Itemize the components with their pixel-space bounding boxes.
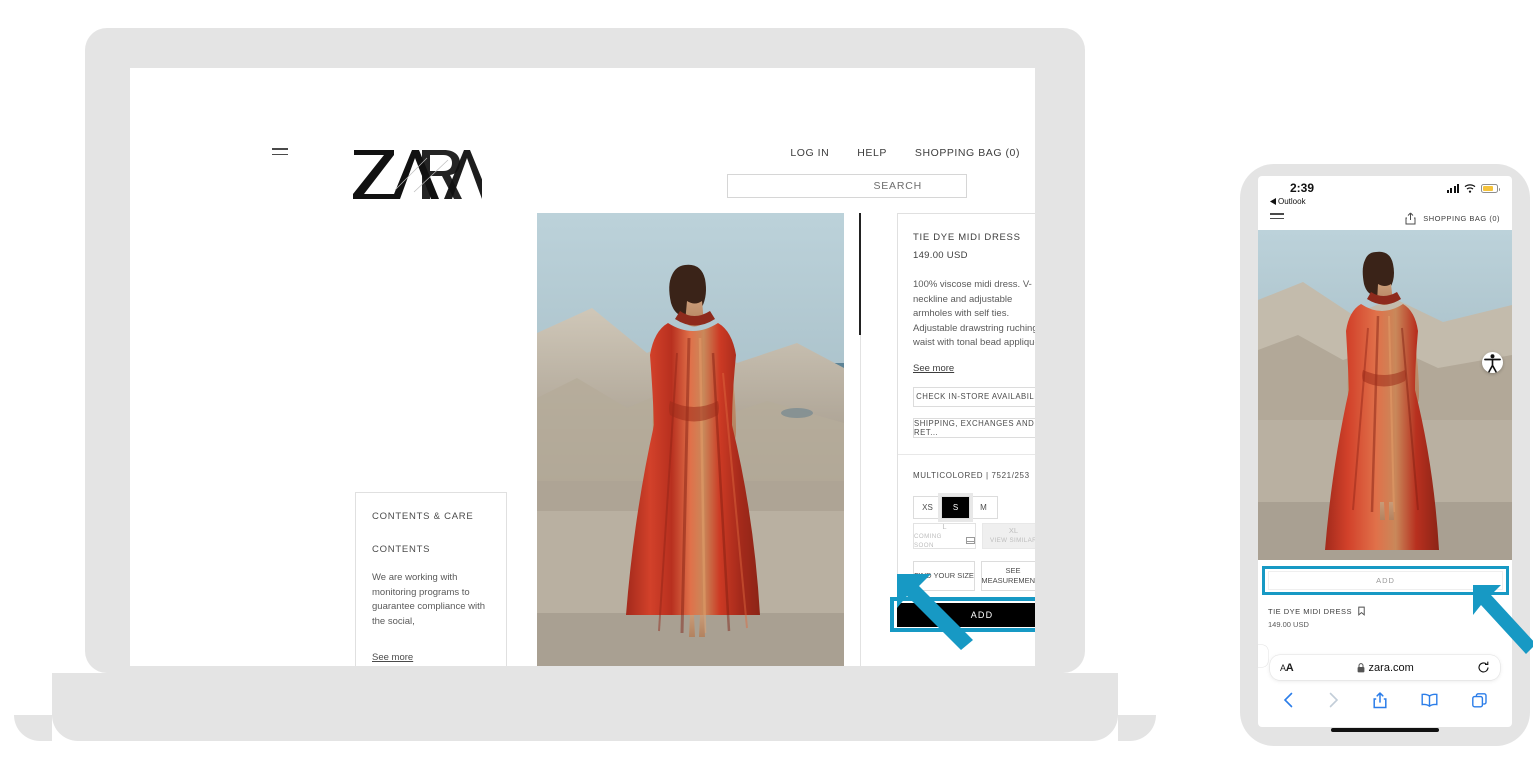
nav-shopping-bag[interactable]: SHOPPING BAG (0) [915, 147, 1020, 159]
size-option-xs[interactable]: XS [913, 495, 942, 519]
size-option-l-note: COMING SOON [914, 532, 975, 550]
search-input[interactable]: SEARCH [727, 174, 967, 198]
text-size-button[interactable]: AA [1280, 662, 1294, 674]
phone-add-to-bag-button[interactable]: ADD [1268, 571, 1503, 590]
shipping-exchanges-returns-button[interactable]: SHIPPING, EXCHANGES AND RET... [913, 417, 1035, 438]
size-row-secondary: L COMING SOON XL VIEW SIMILAR [913, 521, 1035, 550]
phone-address-bar[interactable]: AA zara.com [1270, 655, 1500, 680]
product-price: 149.00 USD [913, 250, 968, 261]
lock-icon [1357, 662, 1364, 672]
envelope-icon [966, 537, 975, 544]
url-text: zara.com [1368, 661, 1414, 674]
care-card-subtitle: CONTENTS [372, 544, 431, 555]
status-time: 2:39 [1290, 181, 1315, 195]
phone-product-name-row: TIE DYE MIDI DRESS [1268, 606, 1502, 616]
see-measurements-button[interactable]: SEE MEASUREMENTS [981, 560, 1035, 591]
phone-product-name: TIE DYE MIDI DRESS [1268, 606, 1353, 616]
care-card-title: CONTENTS & CARE [372, 511, 474, 522]
phone-product-hero-image[interactable] [1258, 230, 1512, 560]
hamburger-icon[interactable] [272, 148, 288, 159]
tabs-icon[interactable] [1472, 692, 1487, 708]
status-icons [1446, 184, 1500, 193]
share-icon[interactable] [1405, 212, 1416, 225]
product-see-more[interactable]: See more [913, 363, 954, 374]
nav-help[interactable]: HELP [857, 147, 887, 159]
product-summary: TIE DYE MIDI DRESS 149.00 USD 100% visco… [898, 214, 1035, 455]
chevron-right-icon [1329, 692, 1339, 708]
screenshot-stage: LOG IN HELP SHOPPING BAG (0) SEARCH CONT… [0, 0, 1533, 771]
coming-soon-text: COMING SOON [914, 532, 942, 549]
product-name: TIE DYE MIDI DRESS [913, 232, 1021, 243]
product-info-panel: TIE DYE MIDI DRESS 149.00 USD 100% visco… [897, 213, 1035, 608]
product-description: 100% viscose midi dress. V-neckline and … [913, 279, 1035, 348]
check-in-store-availability-button[interactable]: CHECK IN-STORE AVAILABILITY [913, 386, 1035, 407]
arrow-pointing-to-add-button [1473, 585, 1533, 654]
chevron-left-icon[interactable] [1283, 692, 1294, 708]
phone-shopping-bag-label[interactable]: SHOPPING BAG (0) [1423, 214, 1500, 223]
hamburger-icon[interactable] [1270, 213, 1284, 223]
back-app-name: Outlook [1278, 197, 1306, 206]
wifi-icon [1464, 184, 1476, 193]
care-card-body: We are working with monitoring programs … [372, 572, 486, 627]
battery-low-power-icon [1481, 184, 1500, 193]
size-option-xl: XL VIEW SIMILAR [982, 522, 1035, 549]
laptop-base [14, 673, 1156, 741]
phone-site-nav: SHOPPING BAG (0) [1258, 206, 1512, 230]
phone-adjacent-tab-edge[interactable] [1258, 645, 1268, 667]
bookmark-icon[interactable] [1358, 606, 1365, 616]
size-option-xl-note: VIEW SIMILAR [989, 537, 1035, 544]
content-divider-accent [859, 213, 861, 335]
back-to-app-link[interactable]: Outlook [1270, 197, 1306, 206]
back-triangle-icon [1270, 198, 1276, 205]
phone-browser-toolbar [1258, 686, 1512, 714]
nav-log-in[interactable]: LOG IN [790, 147, 829, 159]
size-option-m[interactable]: M [969, 495, 998, 519]
size-option-l[interactable]: L COMING SOON [913, 521, 976, 550]
share-icon[interactable] [1373, 691, 1387, 709]
size-option-l-label: L [942, 521, 947, 531]
phone-product-price: 149.00 USD [1268, 620, 1309, 629]
cellular-signal-icon [1446, 184, 1459, 193]
zara-logo[interactable] [352, 144, 482, 200]
top-navigation: LOG IN HELP SHOPPING BAG (0) [790, 147, 1020, 159]
book-icon[interactable] [1421, 693, 1438, 707]
accessibility-icon[interactable] [1482, 352, 1503, 373]
size-option-s[interactable]: S [938, 492, 973, 522]
size-option-xl-label: XL [1008, 526, 1019, 535]
product-reference: MULTICOLORED | 7521/253 [913, 470, 1030, 480]
size-row-primary: XS S M [913, 492, 1035, 522]
care-card-see-more[interactable]: See more [372, 652, 413, 663]
contents-and-care-card: CONTENTS & CARE CONTENTS We are working … [355, 492, 507, 666]
phone-home-indicator [1331, 728, 1439, 732]
reload-icon[interactable] [1477, 661, 1490, 674]
url-display[interactable]: zara.com [1357, 662, 1414, 674]
arrow-pointing-to-add-button [897, 574, 973, 650]
product-hero-image[interactable] [537, 213, 844, 666]
phone-status-bar: 2:39 Outlook [1258, 176, 1512, 206]
